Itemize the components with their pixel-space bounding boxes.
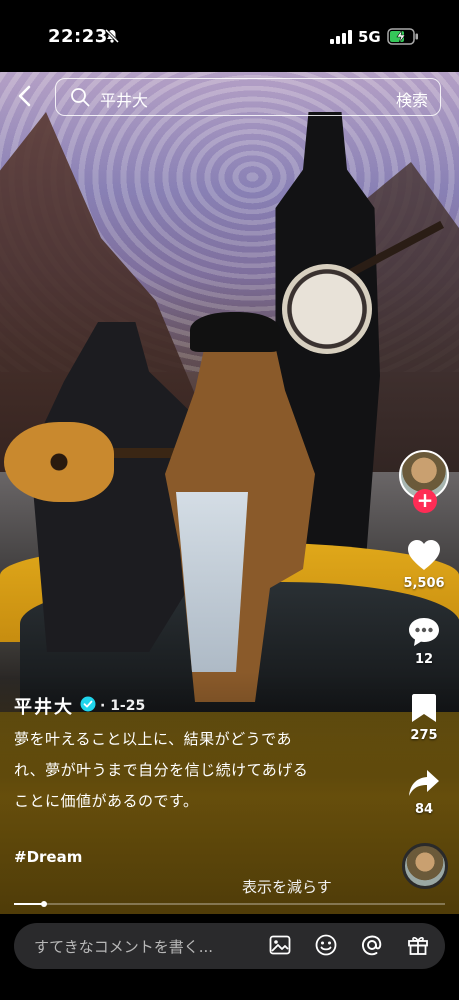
like-count: 5,506: [403, 576, 445, 591]
status-bar: 22:23 5G: [0, 0, 459, 72]
comment-input-bar[interactable]: すてきなコメントを書く...: [14, 923, 445, 969]
at-sign-icon[interactable]: [360, 933, 384, 961]
network-type: 5G: [358, 28, 381, 46]
search-icon: [70, 87, 90, 111]
speech-bubble-icon[interactable]: [398, 616, 450, 648]
gift-icon[interactable]: [406, 933, 430, 961]
back-chevron-icon[interactable]: [14, 84, 36, 112]
music-disc[interactable]: [402, 843, 448, 889]
image-icon[interactable]: [268, 933, 292, 961]
battery-charging-icon: [387, 28, 419, 49]
author-name[interactable]: 平井大: [14, 693, 74, 719]
hashtag-link[interactable]: #Dream: [14, 848, 82, 866]
comment-input[interactable]: すてきなコメントを書く...: [34, 936, 213, 957]
caption-line: れ、夢が叶うまで自分を信じ続けてあげる: [14, 761, 309, 779]
share-count: 84: [414, 802, 434, 817]
cowboy-hat: [190, 312, 280, 352]
save-count: 275: [410, 728, 438, 743]
acoustic-guitar: [4, 422, 114, 502]
comment-count: 12: [414, 652, 434, 667]
caption-line: 夢を叶えること以上に、結果がどうであ: [14, 730, 292, 748]
bell-slash-icon: [104, 28, 120, 48]
heart-icon[interactable]: [398, 538, 450, 572]
post-date: · 1-25: [100, 698, 146, 714]
emoji-icon[interactable]: [314, 933, 338, 961]
status-time: 22:23: [48, 26, 108, 47]
video-progress-bar[interactable]: [14, 901, 445, 907]
caption: 夢を叶えること以上に、結果がどうであ れ、夢が叶うまで自分を信じ続けてあげる こ…: [14, 724, 344, 817]
share-arrow-icon[interactable]: [398, 768, 450, 798]
author-line: 平井大 · 1-25: [14, 693, 145, 719]
verified-check-icon: [80, 696, 96, 716]
follow-button[interactable]: +: [413, 489, 437, 513]
caption-line: ことに価値があるのです。: [14, 792, 199, 810]
search-bar[interactable]: 平井大 検索: [55, 78, 441, 116]
video-progress-fill: [14, 903, 45, 905]
signal-strength-icon: [330, 29, 352, 48]
show-less-button[interactable]: 表示を減らす: [242, 876, 332, 897]
banjo: [282, 264, 372, 354]
search-button[interactable]: 検索: [396, 87, 428, 111]
bookmark-icon[interactable]: [398, 692, 450, 724]
search-query[interactable]: 平井大: [100, 87, 148, 111]
